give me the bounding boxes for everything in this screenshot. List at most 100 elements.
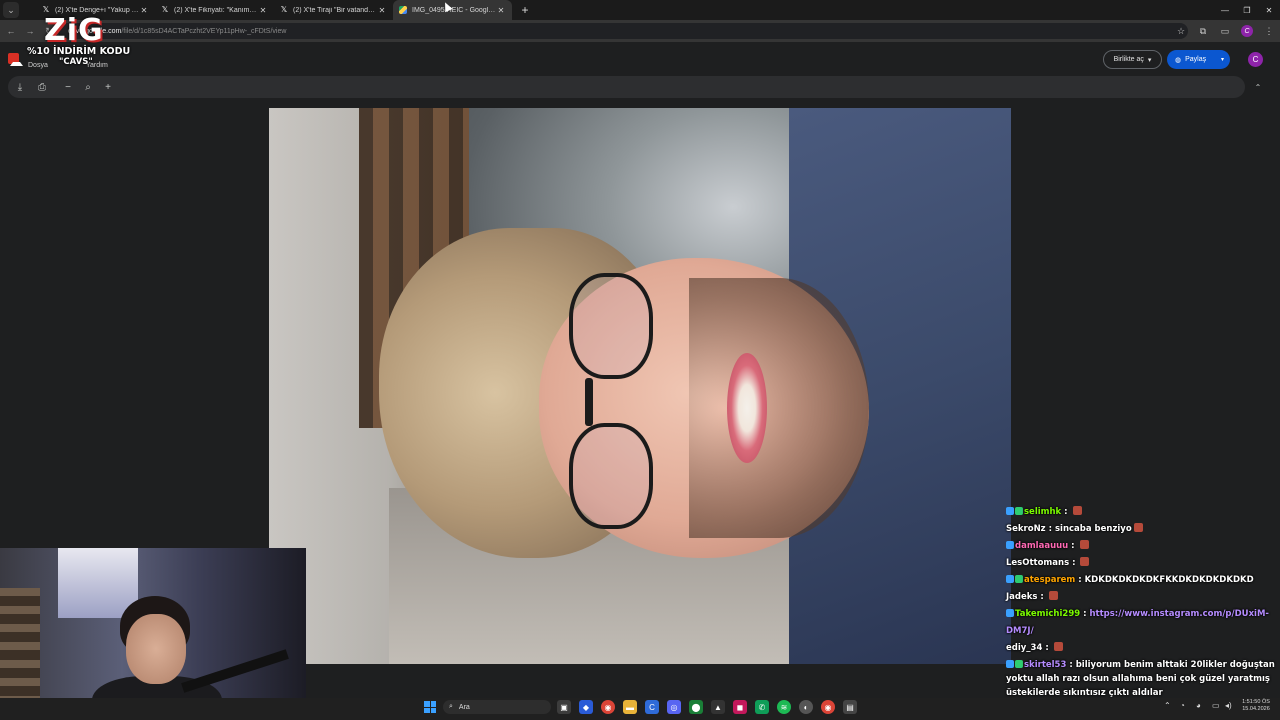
back-icon[interactable]: ← xyxy=(3,23,19,39)
file-explorer-icon[interactable]: ▬ xyxy=(623,700,637,714)
chat-message: skirtel53 : biliyorum benim alttaki 20li… xyxy=(1006,658,1280,700)
drive-viewer-header xyxy=(0,42,1280,74)
close-icon[interactable]: ✕ xyxy=(377,6,387,15)
x-icon: 𝕏 xyxy=(161,5,169,14)
open-with-button[interactable]: Birlikte aç ▾ xyxy=(1103,50,1162,69)
browser-tab[interactable]: 𝕏 (2) X'te Fikriyatı: "Kanım dondu ✕ xyxy=(155,0,274,20)
chat-emote-icon xyxy=(1133,523,1143,532)
chat-username[interactable]: Jadeks xyxy=(1006,592,1037,602)
taskbar: ⌕ Ara ▣ ◆ ◉ ▬ C ◎ ⬤ ▲ ◼ ✆ ≋ ◐ ◉ ▤ ⌃ ◔ ◕ … xyxy=(0,698,1280,720)
chat-badge-icon xyxy=(1015,507,1023,515)
chat-badge-icon xyxy=(1006,507,1014,515)
webcam-overlay xyxy=(0,548,306,720)
chat-message: Takemichi299 : https://www.instagram.com… xyxy=(1006,606,1280,640)
app-icon[interactable]: ▲ xyxy=(711,700,725,714)
tray-app-icon[interactable]: ◔ xyxy=(1180,701,1185,710)
app-icon[interactable]: ⬤ xyxy=(689,700,703,714)
spotify-icon[interactable]: ≋ xyxy=(777,700,791,714)
close-window-icon[interactable]: ✕ xyxy=(1258,0,1280,20)
tab-search-icon[interactable]: ⌄ xyxy=(3,2,19,18)
browser-tab[interactable]: 𝕏 (2) X'te Tiraji "Bir vatandaş, Hatı ✕ xyxy=(274,0,393,20)
x-icon: 𝕏 xyxy=(280,5,288,14)
discord-icon[interactable]: ◎ xyxy=(667,700,681,714)
share-button[interactable]: ◍ Paylaş ▾ xyxy=(1167,50,1230,69)
address-bar[interactable]: drive.google.com/file/d/1c85sD4ACTaPczht… xyxy=(58,23,1188,39)
profile-button[interactable]: C xyxy=(1236,25,1258,38)
zoom-in-icon[interactable]: + xyxy=(101,80,115,94)
kebab-menu-icon[interactable]: ⋮ xyxy=(1258,26,1280,37)
print-icon[interactable]: ⎙ xyxy=(35,80,49,94)
chat-username[interactable]: atesparem xyxy=(1024,575,1075,585)
chat-separator: : xyxy=(1075,575,1085,585)
extensions-icon[interactable]: ⧉ xyxy=(1192,26,1214,37)
app-icon[interactable]: ▤ xyxy=(843,700,857,714)
chat-message: SekroNz : sincaba benziyo xyxy=(1006,521,1280,538)
whatsapp-icon[interactable]: ✆ xyxy=(755,700,769,714)
chat-message: atesparem : KDKDKDKDKDKFKKDKDKDKDKDKD xyxy=(1006,572,1280,589)
chat-username[interactable]: selimhk xyxy=(1024,507,1061,517)
zoom-search-icon[interactable]: ⌕ xyxy=(81,80,95,94)
windows-start-icon[interactable] xyxy=(424,701,436,713)
chat-username[interactable]: LesOttomans xyxy=(1006,558,1069,568)
bookmark-star-icon[interactable]: ☆ xyxy=(1170,26,1192,37)
viewer-toolbar: ⤓ ⎙ − ⌕ + xyxy=(8,76,1245,98)
menu-item-file[interactable]: Dosya xyxy=(28,62,48,69)
volume-icon[interactable]: ◂) xyxy=(1225,701,1232,710)
chat-message: LesOttomans : xyxy=(1006,555,1280,572)
chrome-icon[interactable]: ◉ xyxy=(601,700,615,714)
new-tab-button[interactable]: + xyxy=(518,3,532,17)
chat-separator: : xyxy=(1066,660,1076,670)
clock-time: 1:51:50 ÖS xyxy=(1242,699,1270,705)
chat-emote-icon xyxy=(1053,642,1063,651)
chat-badge-icon xyxy=(1006,660,1014,668)
app-icon[interactable]: C xyxy=(645,700,659,714)
chat-username[interactable]: ediy_34 xyxy=(1006,643,1042,653)
tray-chevron-icon[interactable]: ⌃ xyxy=(1164,701,1171,710)
browser-tab-strip: ⌄ 𝕏 (2) X'te Denge+ı "Yakup TV'nin ✕ 𝕏 (… xyxy=(0,0,1280,20)
taskbar-clock[interactable]: 1:51:50 ÖS 15.04.2026 xyxy=(1238,699,1274,713)
close-icon[interactable]: ✕ xyxy=(496,6,506,15)
close-icon[interactable]: ✕ xyxy=(139,6,149,15)
caret-down-icon[interactable]: ▾ xyxy=(1221,56,1224,63)
photo-beard xyxy=(689,278,869,538)
promo-text: %10 İNDİRİM KODU xyxy=(27,46,131,57)
chat-badge-icon xyxy=(1006,575,1014,583)
chrome-icon[interactable]: ◉ xyxy=(821,700,835,714)
minimize-icon[interactable]: — xyxy=(1214,0,1236,20)
zoom-out-icon[interactable]: − xyxy=(61,80,75,94)
browser-tab-active[interactable]: IMG_0495.HEIC - Google Drive ✕ xyxy=(393,0,512,20)
globe-icon: ◍ xyxy=(1175,56,1182,64)
image-file-icon xyxy=(8,53,23,66)
close-icon[interactable]: ✕ xyxy=(258,6,268,15)
copilot-icon[interactable]: ◆ xyxy=(579,700,593,714)
chat-badge-icon xyxy=(1015,660,1023,668)
app-icon[interactable]: ◼ xyxy=(733,700,747,714)
collapse-icon[interactable]: ⌃ xyxy=(1250,79,1266,95)
search-placeholder: Ara xyxy=(458,703,470,711)
task-view-icon[interactable]: ▣ xyxy=(557,700,571,714)
taskbar-search[interactable]: ⌕ Ara xyxy=(443,700,551,714)
obs-icon[interactable]: ◐ xyxy=(799,700,813,714)
browser-toolbar: ← → ↻ drive.google.com/file/d/1c85sD4ACT… xyxy=(0,20,1280,42)
chat-separator: : xyxy=(1069,558,1079,568)
chat-message: selimhk : xyxy=(1006,504,1280,521)
chat-username[interactable]: skirtel53 xyxy=(1024,660,1066,670)
forward-icon[interactable]: → xyxy=(22,23,38,39)
open-with-label: Birlikte aç xyxy=(1113,56,1144,63)
download-icon[interactable]: ⤓ xyxy=(13,80,27,94)
chat-message: Jadeks : xyxy=(1006,589,1280,606)
chat-username[interactable]: damlaauuu xyxy=(1015,541,1068,551)
tab-title: IMG_0495.HEIC - Google Drive xyxy=(412,6,496,14)
chat-text: KDKDKDKDKDKFKKDKDKDKDKDKD xyxy=(1084,575,1254,585)
cast-icon[interactable]: ▭ xyxy=(1214,26,1236,37)
chat-username[interactable]: Takemichi299 xyxy=(1015,609,1080,619)
restore-icon[interactable]: ❐ xyxy=(1236,0,1258,20)
network-icon[interactable]: ▭ xyxy=(1212,701,1220,710)
google-drive-icon xyxy=(399,6,407,14)
tray-app-icon[interactable]: ◕ xyxy=(1196,701,1201,710)
avatar: C xyxy=(1241,25,1253,38)
glasses-lens xyxy=(569,423,653,529)
account-avatar[interactable]: C xyxy=(1248,52,1263,67)
chat-username[interactable]: SekroNz xyxy=(1006,524,1046,534)
webcam-shelf xyxy=(0,588,40,698)
